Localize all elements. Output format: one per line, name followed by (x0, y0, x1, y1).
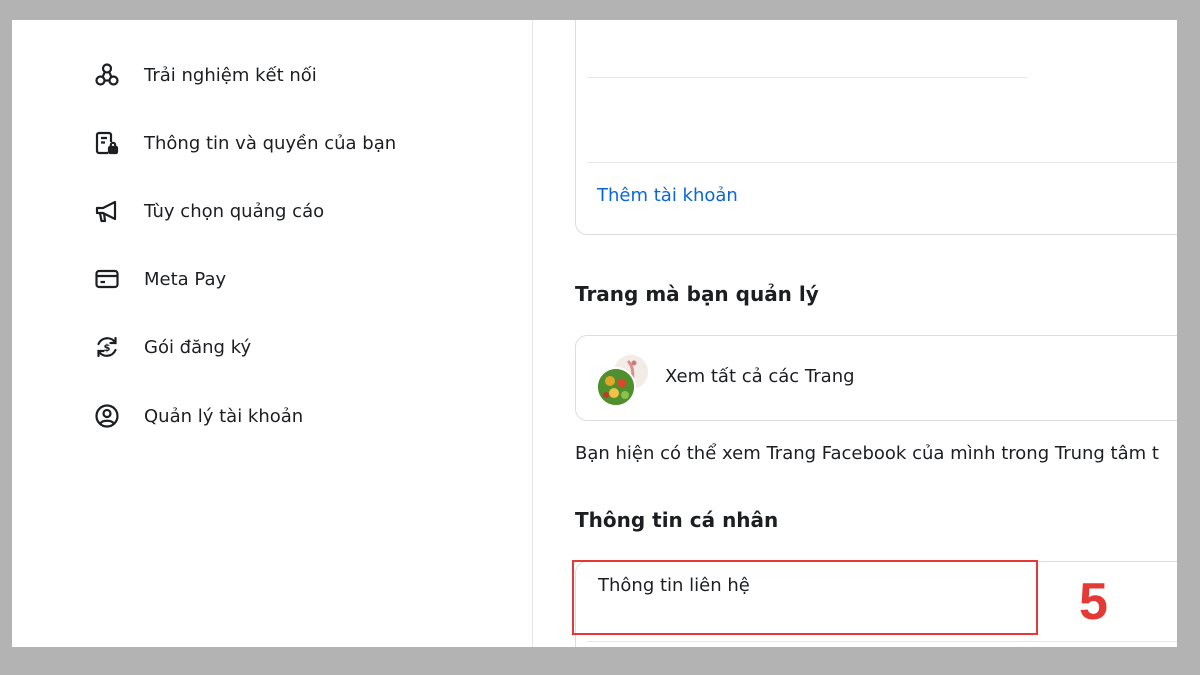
pages-section-title: Trang mà bạn quản lý (575, 282, 819, 306)
megaphone-icon (92, 196, 122, 226)
page-avatar (596, 367, 636, 407)
sidebar-item-meta-pay[interactable]: Meta Pay (92, 264, 226, 294)
settings-page: Trải nghiệm kết nối Thông tin và quyền c… (12, 20, 1177, 647)
pages-avatar-stack (596, 353, 650, 407)
sidebar-item-subscriptions[interactable]: $ Gói đăng ký (92, 332, 251, 362)
information-permissions-icon (92, 128, 122, 158)
sidebar-item-information-permissions[interactable]: Thông tin và quyền của bạn (92, 128, 396, 158)
personal-section-title: Thông tin cá nhân (575, 508, 779, 532)
sidebar-item-connected-experiences[interactable]: Trải nghiệm kết nối (92, 60, 317, 90)
sidebar-item-account-management[interactable]: Quản lý tài khoản (92, 401, 303, 431)
user-circle-icon (92, 401, 122, 431)
sidebar-item-label: Trải nghiệm kết nối (144, 64, 317, 86)
step-number: 5 (1079, 573, 1108, 631)
highlight-box (572, 560, 1038, 635)
sidebar-item-label: Thông tin và quyền của bạn (144, 132, 397, 154)
sidebar-item-ad-preferences[interactable]: Tùy chọn quảng cáo (92, 196, 324, 226)
credit-card-icon (92, 264, 122, 294)
add-account-link[interactable]: Thêm tài khoản (597, 185, 738, 206)
sidebar-item-label: Quản lý tài khoản (144, 405, 304, 427)
pages-info-text: Bạn hiện có thể xem Trang Facebook của m… (575, 443, 1159, 464)
subscription-icon: $ (92, 332, 122, 362)
svg-text:$: $ (104, 343, 111, 354)
row-divider (587, 162, 1177, 163)
sidebar-item-label: Gói đăng ký (144, 336, 252, 358)
connected-experiences-icon (92, 60, 122, 90)
sidebar-item-label: Meta Pay (144, 268, 227, 290)
row-divider (587, 641, 1177, 642)
see-all-pages-label: Xem tất cả các Trang (665, 366, 855, 387)
sidebar-item-label: Tùy chọn quảng cáo (144, 200, 325, 222)
column-divider (532, 20, 533, 647)
row-divider (587, 77, 1027, 78)
